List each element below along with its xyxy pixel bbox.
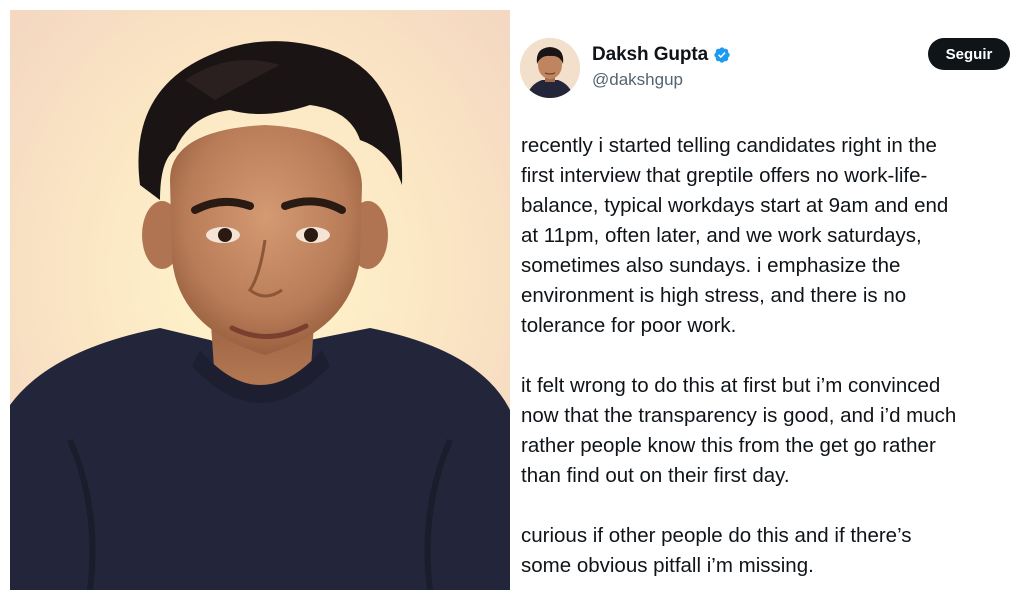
tweet-line: at 11pm, often later, and we work saturd… — [521, 224, 922, 247]
tweet-line: balance, typical workdays start at 9am a… — [521, 194, 949, 217]
tweet-line: curious if other people do this and if t… — [521, 524, 912, 547]
tweet-line: sometimes also sundays. i emphasize the — [521, 254, 901, 277]
composite-image: Daksh Gupta @dakshgup Seguir recently i … — [0, 0, 1030, 600]
tweet-paragraph: recently i started telling candidates ri… — [521, 131, 1017, 341]
portrait-illustration — [10, 10, 510, 590]
tweet-line: now that the transparency is good, and i… — [521, 404, 957, 427]
avatar-image — [520, 38, 580, 98]
follow-button[interactable]: Seguir — [928, 38, 1010, 70]
author-handle[interactable]: @dakshgup — [592, 70, 683, 90]
author-name-row: Daksh Gupta — [592, 44, 731, 66]
tweet-line: recently i started telling candidates ri… — [521, 134, 937, 157]
avatar[interactable] — [520, 38, 580, 98]
tweet-paragraph: it felt wrong to do this at first but i’… — [521, 371, 1017, 491]
tweet-line: it felt wrong to do this at first but i’… — [521, 374, 941, 397]
tweet-text: recently i started telling candidates ri… — [521, 131, 1017, 581]
tweet-line: first interview that greptile offers no … — [521, 164, 928, 187]
tweet-line: rather people know this from the get go … — [521, 434, 936, 457]
tweet-paragraph: curious if other people do this and if t… — [521, 521, 1017, 581]
verified-badge-icon — [714, 47, 730, 63]
portrait-photo — [10, 10, 510, 590]
tweet-line: tolerance for poor work. — [521, 314, 737, 337]
tweet-card: Daksh Gupta @dakshgup Seguir recently i … — [520, 0, 1020, 600]
author-display-name[interactable]: Daksh Gupta — [592, 44, 708, 66]
tweet-line: some obvious pitfall i’m missing. — [521, 554, 814, 577]
tweet-line: than find out on their first day. — [521, 464, 790, 487]
tweet-line: environment is high stress, and there is… — [521, 284, 907, 307]
